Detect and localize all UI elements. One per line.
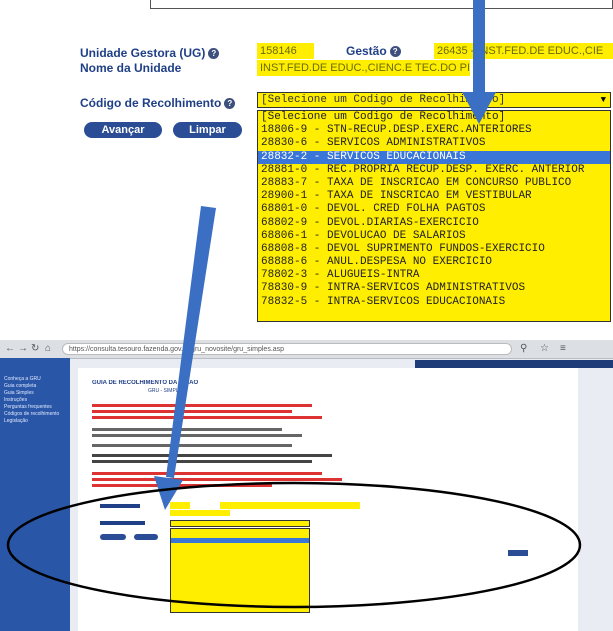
annotation-overlay: [6, 0, 582, 609]
arrow-shaft: [166, 206, 216, 478]
arrow-shaft: [473, 0, 485, 92]
arrow-down-icon: [154, 476, 183, 510]
arrow-down-icon: [462, 92, 496, 124]
highlight-ellipse: [6, 481, 582, 609]
